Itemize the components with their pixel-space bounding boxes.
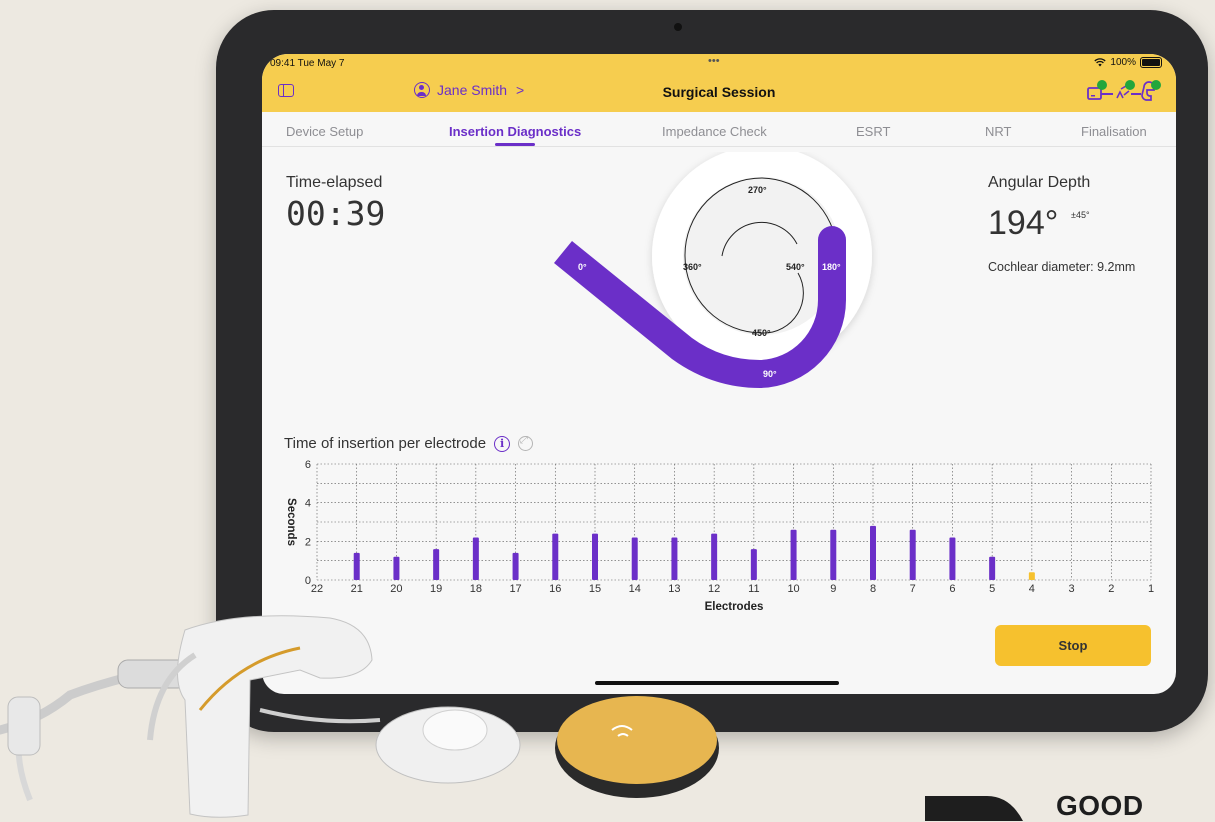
bar-electrode-8: [870, 525, 876, 580]
time-elapsed-label: Time-elapsed: [286, 174, 383, 191]
bar-electrode-4: [1028, 572, 1035, 580]
x-tick-label: 6: [949, 583, 955, 595]
x-tick-label: 18: [470, 583, 482, 595]
spiral-label-180: 180°: [822, 262, 841, 272]
multitask-dots-icon[interactable]: •••: [708, 55, 720, 67]
x-tick-label: 2: [1108, 583, 1114, 595]
spiral-label-360: 360°: [683, 262, 702, 272]
brand-logo-shape: [925, 796, 1023, 821]
status-time: 09:41 Tue May 7: [270, 58, 345, 69]
tab-esrt[interactable]: ESRT: [856, 124, 890, 139]
cochlea-spiral-diagram: 0° 90° 180° 270° 360° 450° 540°: [554, 152, 872, 388]
spiral-label-90: 90°: [763, 369, 777, 379]
y-axis-label: Seconds: [285, 498, 297, 546]
x-tick-label: 10: [787, 583, 799, 595]
x-tick-label: 4: [1029, 583, 1035, 595]
x-tick-label: 20: [390, 583, 402, 595]
x-tick-label: 13: [668, 583, 680, 595]
angular-depth-label: Angular Depth: [988, 174, 1091, 191]
x-tick-label: 17: [509, 583, 521, 595]
y-tick-label: 2: [305, 536, 311, 548]
x-tick-label: 16: [549, 583, 561, 595]
bar-electrode-9: [830, 529, 837, 580]
battery-icon: [1140, 57, 1162, 68]
x-tick-label: 12: [708, 583, 720, 595]
nav-bar: Jane Smith > Surgical Session: [262, 72, 1176, 112]
bar-electrode-5: [989, 556, 996, 580]
x-tick-label: 11: [748, 583, 759, 595]
x-tick-label: 22: [311, 583, 323, 595]
x-tick-label: 1: [1148, 583, 1154, 595]
tab-device-setup[interactable]: Device Setup: [286, 124, 363, 139]
bar-electrode-17: [512, 552, 519, 580]
bar-electrode-20: [393, 556, 400, 580]
x-tick-label: 14: [629, 583, 641, 595]
connection-status-icon[interactable]: [1084, 78, 1164, 106]
session-title: Surgical Session: [662, 84, 776, 100]
tab-nrt[interactable]: NRT: [985, 124, 1011, 139]
bar-electrode-12: [711, 533, 718, 580]
time-elapsed-value: 00:39: [286, 194, 386, 233]
x-tick-label: 7: [910, 583, 916, 595]
angular-depth-value: 194°: [988, 204, 1059, 242]
bar-electrode-13: [671, 537, 678, 580]
tab-insertion-diagnostics[interactable]: Insertion Diagnostics: [449, 124, 581, 139]
bar-electrode-19: [433, 549, 440, 580]
info-icon[interactable]: i: [494, 435, 511, 452]
cochlear-diameter: Cochlear diameter: 9.2mm: [988, 260, 1136, 274]
tablet-screen: 09:41 Tue May 7 ••• 100% Jane Smith > Su…: [262, 54, 1176, 694]
x-tick-label: 8: [870, 583, 876, 595]
tab-finalisation[interactable]: Finalisation: [1081, 124, 1147, 139]
wifi-icon: [1094, 58, 1107, 67]
expand-icon[interactable]: [518, 435, 534, 451]
spiral-label-0: 0°: [578, 262, 587, 272]
bar-electrode-7: [909, 529, 916, 580]
stop-button[interactable]: Stop: [995, 625, 1151, 666]
spiral-label-450: 450°: [752, 328, 771, 338]
status-bar: 09:41 Tue May 7 ••• 100%: [262, 54, 1176, 72]
battery-percent: 100%: [1110, 57, 1136, 68]
bar-electrode-15: [592, 533, 598, 580]
x-tick-label: 19: [430, 583, 442, 595]
spiral-label-270: 270°: [748, 185, 767, 195]
bar-electrode-18: [472, 537, 479, 580]
chart-title: Time of insertion per electrode i: [284, 435, 534, 452]
angular-depth-tolerance: ±45°: [1071, 210, 1090, 220]
camera-icon: [674, 23, 682, 31]
bar-electrode-21: [353, 552, 360, 580]
y-tick-label: 4: [305, 498, 311, 510]
battery-status: 100%: [1094, 57, 1162, 68]
hearing-devices-photo: [0, 615, 719, 818]
chart-title-text: Time of insertion per electrode: [284, 435, 487, 452]
active-tab-indicator: [495, 143, 535, 146]
bar-electrode-6: [949, 537, 956, 580]
spiral-label-540: 540°: [786, 262, 805, 272]
bar-electrode-16: [552, 533, 559, 580]
bar-electrode-11: [750, 549, 757, 580]
y-tick-label: 6: [305, 459, 311, 471]
brand-text: GOOD: [1056, 790, 1144, 821]
bar-electrode-14: [631, 537, 638, 580]
x-tick-label: 9: [830, 583, 836, 595]
bar-electrode-10: [790, 529, 797, 580]
x-tick-label: 3: [1069, 583, 1075, 595]
x-tick-label: 15: [589, 583, 601, 595]
tab-bar: Device Setup Insertion Diagnostics Imped…: [262, 112, 1176, 147]
x-tick-label: 21: [351, 583, 363, 595]
tab-impedance-check[interactable]: Impedance Check: [662, 124, 767, 139]
x-tick-label: 5: [989, 583, 995, 595]
